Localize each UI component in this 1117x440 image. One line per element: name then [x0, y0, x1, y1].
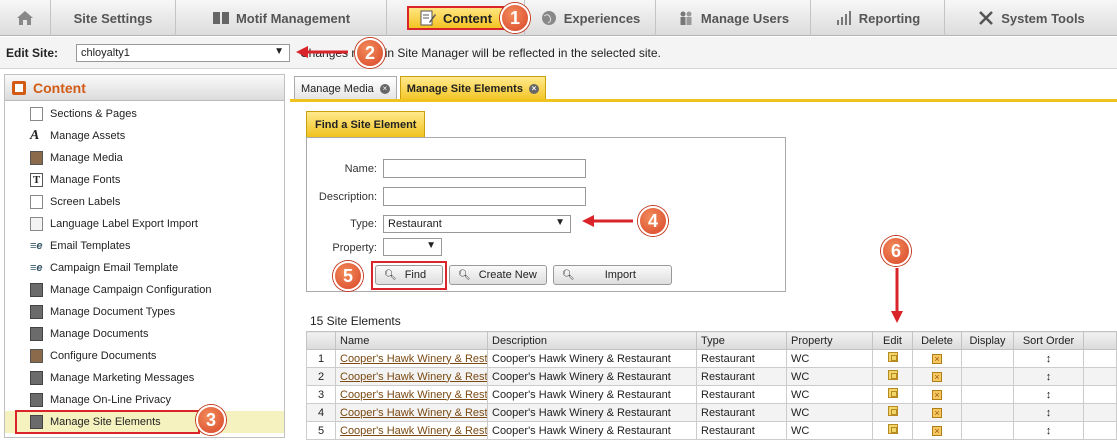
callout-2: 2: [355, 38, 385, 68]
callout-1: 1: [500, 3, 530, 33]
callout-6: 6: [881, 236, 911, 266]
callout-3: 3: [196, 405, 226, 435]
arrow-to-site-select: [296, 46, 348, 58]
arrow-to-edit-column: [891, 268, 903, 323]
arrow-to-type-select: [582, 215, 633, 227]
callout-4: 4: [638, 206, 668, 236]
annotation-arrows: [296, 46, 903, 323]
callout-5: 5: [333, 261, 363, 291]
